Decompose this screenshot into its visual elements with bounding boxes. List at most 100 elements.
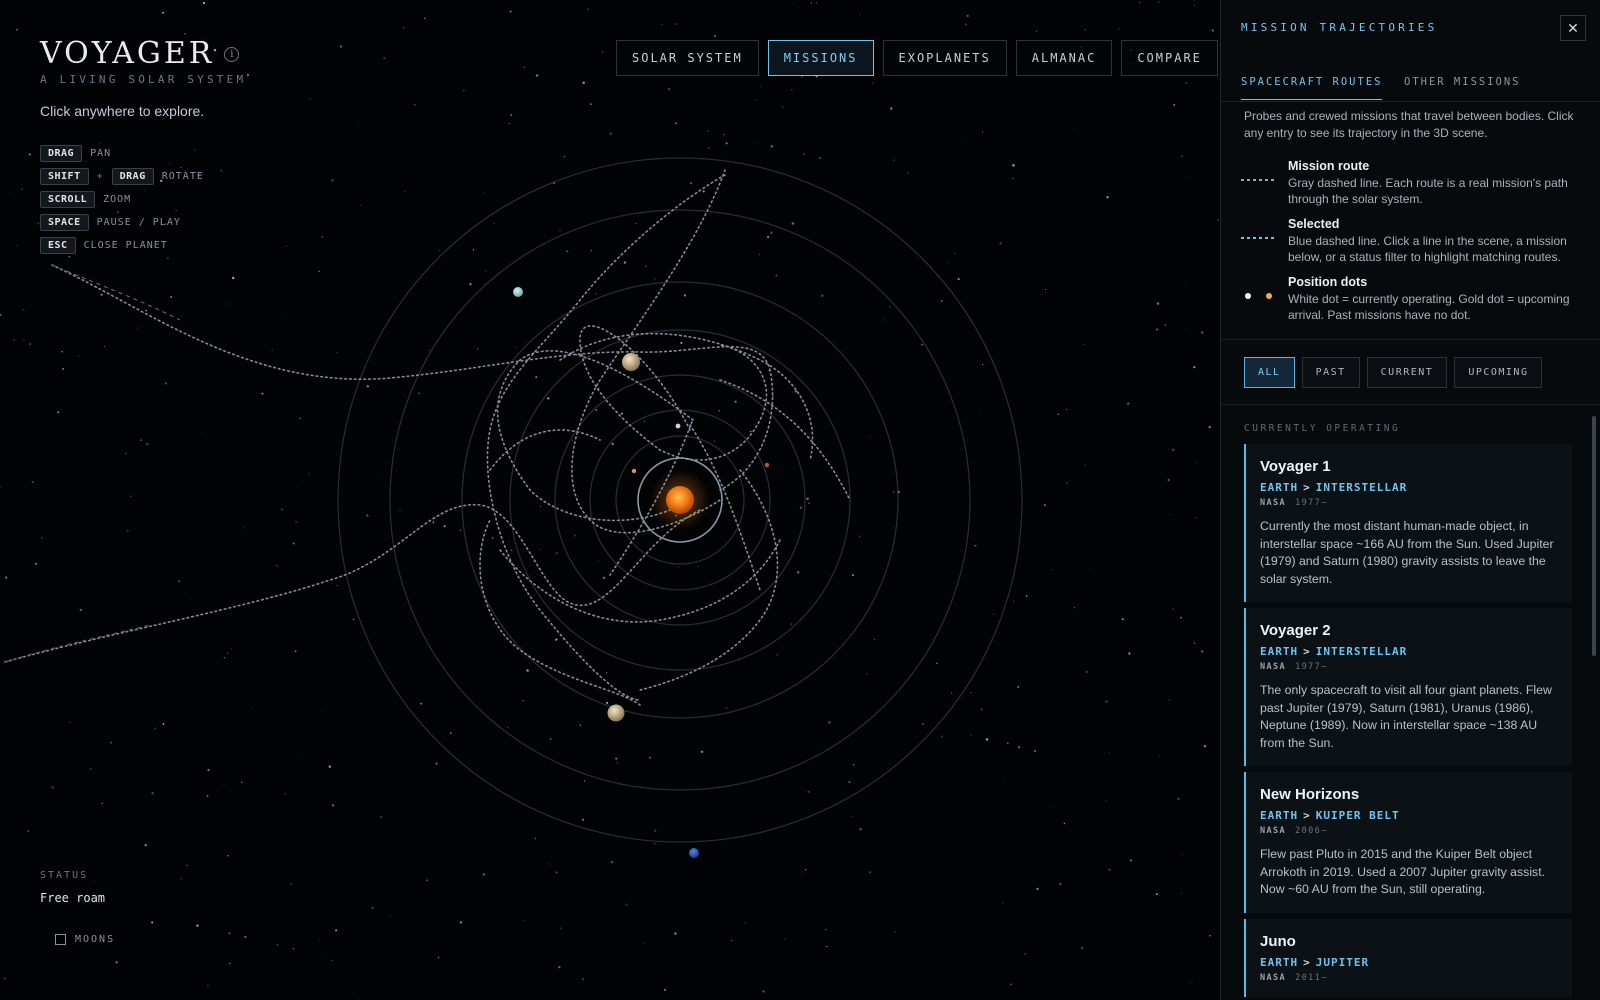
- filter-current[interactable]: CURRENT: [1366, 357, 1448, 388]
- star: [559, 927, 562, 930]
- scroll-thumb[interactable]: [1592, 416, 1596, 656]
- star: [62, 368, 64, 370]
- star: [371, 906, 374, 909]
- star: [292, 948, 295, 950]
- star: [782, 106, 784, 108]
- star: [318, 270, 320, 272]
- star: [869, 436, 871, 438]
- nav-almanac[interactable]: ALMANAC: [1015, 40, 1113, 76]
- star: [760, 85, 763, 88]
- star: [389, 915, 391, 917]
- star: [1185, 285, 1187, 286]
- star: [324, 955, 326, 957]
- info-icon[interactable]: i: [224, 47, 240, 62]
- star: [597, 560, 599, 562]
- star: [595, 409, 598, 411]
- nav-exoplanets[interactable]: EXOPLANETS: [882, 40, 1007, 76]
- star: [1081, 947, 1083, 949]
- star: [808, 502, 811, 505]
- star: [275, 564, 278, 567]
- route-arrow-icon: >: [1303, 481, 1311, 494]
- route-to: KUIPER BELT: [1315, 809, 1400, 822]
- star: [635, 223, 637, 224]
- planet-saturn[interactable]: [607, 704, 625, 722]
- star: [231, 276, 235, 280]
- filter-past[interactable]: PAST: [1301, 357, 1360, 388]
- star: [109, 741, 113, 744]
- star: [1170, 513, 1172, 515]
- star: [330, 959, 333, 962]
- mission-card[interactable]: New Horizons EARTH > KUIPER BELT NASA 2006–…: [1244, 772, 1572, 913]
- star: [602, 576, 606, 580]
- star: [432, 521, 435, 524]
- mission-description: Currently the most distant human-made ob…: [1260, 519, 1554, 586]
- planet-venus[interactable]: [675, 423, 681, 429]
- star: [1158, 1, 1160, 3]
- mission-card[interactable]: Juno EARTH > JUPITER NASA 2011–: [1244, 918, 1572, 997]
- star: [1002, 902, 1004, 904]
- nav-solar-system[interactable]: SOLAR SYSTEM: [616, 40, 759, 76]
- filter-all[interactable]: ALL: [1244, 357, 1295, 388]
- star: [566, 250, 569, 253]
- key-badge: SCROLL: [40, 191, 96, 208]
- star: [146, 442, 149, 446]
- star: [1105, 800, 1107, 802]
- moons-toggle[interactable]: MOONS: [55, 934, 115, 945]
- mission-card[interactable]: Voyager 2 EARTH > INTERSTELLAR NASA 1977– T…: [1244, 608, 1572, 766]
- planet-uranus[interactable]: [513, 287, 523, 297]
- status-value: Free roam: [40, 891, 106, 905]
- star: [1185, 328, 1187, 330]
- star: [450, 732, 452, 734]
- app-title: VOYAGER: [40, 36, 215, 71]
- star: [510, 549, 513, 552]
- star: [1196, 461, 1198, 463]
- route-from: EARTH: [1260, 955, 1299, 969]
- planet-jupiter[interactable]: [622, 353, 640, 371]
- star: [1036, 30, 1038, 32]
- star: [483, 192, 485, 195]
- star: [89, 768, 92, 771]
- legend-text: Gray dashed line. Each route is a real m…: [1288, 176, 1568, 206]
- moons-checkbox[interactable]: [55, 934, 66, 945]
- star: [700, 750, 704, 754]
- mission-route: [719, 379, 851, 501]
- mission-card[interactable]: Voyager 1 EARTH > INTERSTELLAR NASA 1977– C…: [1244, 444, 1572, 602]
- nav-missions[interactable]: MISSIONS: [767, 40, 874, 76]
- star: [404, 190, 406, 192]
- star: [689, 182, 693, 185]
- star: [285, 245, 287, 248]
- star: [300, 754, 302, 755]
- close-button[interactable]: ✕: [1560, 15, 1586, 41]
- panel-scrollbar[interactable]: [1592, 406, 1596, 1000]
- tab-spacecraft-routes[interactable]: SPACECRAFT ROUTES: [1241, 76, 1383, 100]
- planet-mars[interactable]: [764, 462, 770, 468]
- star: [57, 411, 60, 414]
- star: [284, 793, 286, 795]
- star: [1193, 4, 1195, 6]
- star: [606, 671, 608, 674]
- star: [1051, 568, 1053, 571]
- nav-compare[interactable]: COMPARE: [1121, 40, 1218, 76]
- star: [872, 82, 874, 84]
- star: [402, 27, 404, 28]
- mission-route-faint[interactable]: [4, 624, 151, 663]
- star: [999, 242, 1002, 245]
- tab-other-missions[interactable]: OTHER MISSIONS: [1404, 76, 1521, 99]
- planet-neptune[interactable]: [689, 848, 699, 858]
- star: [484, 283, 486, 285]
- star: [697, 566, 699, 568]
- planet-mercury[interactable]: [631, 468, 637, 474]
- route-from: EARTH: [1260, 809, 1299, 822]
- star: [776, 654, 778, 656]
- control-action: CLOSE PLANET: [83, 240, 168, 251]
- star: [1083, 343, 1085, 346]
- star: [1025, 595, 1028, 597]
- filter-upcoming[interactable]: UPCOMING: [1454, 357, 1543, 388]
- star: [1164, 324, 1167, 326]
- mission-route-faint[interactable]: [51, 264, 181, 321]
- star: [0, 313, 2, 316]
- star: [178, 580, 180, 583]
- star: [22, 308, 25, 311]
- star: [674, 932, 677, 935]
- sun[interactable]: [666, 486, 694, 514]
